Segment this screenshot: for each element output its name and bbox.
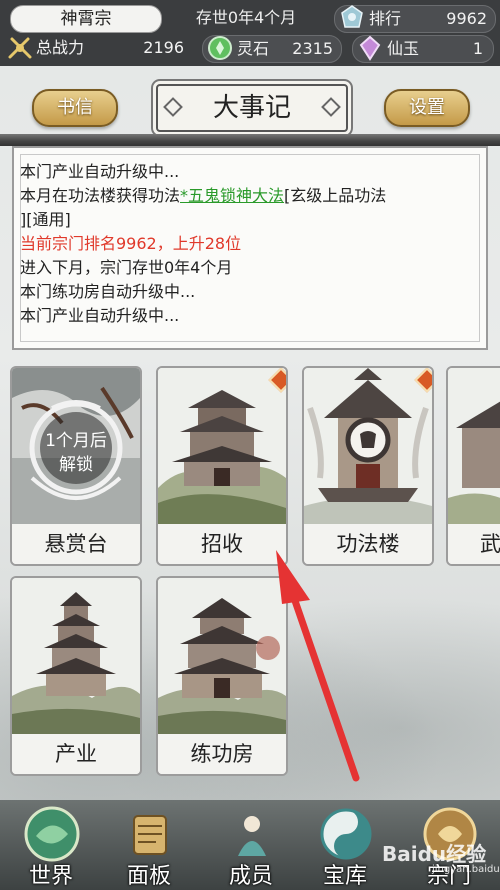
log-line: 本门产业自动升级中... [20,162,180,181]
scroll-icon [133,815,167,855]
building-label: 产业 [12,734,140,774]
power-value: 2196 [143,38,184,57]
building-label: 悬赏台 [12,524,140,564]
scroll-rod [0,134,500,146]
log-line: 本月在功法楼获得功法*五鬼锁神大法[玄级上品功法 [20,186,387,205]
spirit-stone-display[interactable]: 灵石 2315 [202,35,342,63]
rank-value: 9962 [446,9,487,28]
building-card-martial[interactable]: 武 [446,366,500,566]
nav-label: 成员 [228,864,273,889]
watermark: Baidu经验 jingyan.baidu.com [372,836,500,886]
sect-name[interactable]: 神霄宗 [10,5,162,33]
building-label: 功法楼 [304,524,432,564]
event-log-text: 本门产业自动升级中... 本月在功法楼获得功法*五鬼锁神大法[玄级上品功法 ][… [20,160,470,328]
training-room-image [158,578,286,736]
nav-label: 世界 [28,864,73,889]
immortal-jade-value: 1 [472,39,483,58]
disciple-icon [238,816,266,856]
nav-members[interactable]: 成员 [206,804,296,889]
building-card-skills[interactable]: 功法楼 [302,366,434,566]
building-label: 招收 [158,524,286,564]
log-line: 进入下月，宗门存世0年4个月 [20,258,233,277]
lock-text-1: 1个月后 [45,431,107,451]
watermark-url: jingyan.baidu.com [432,864,500,875]
power-label: 总战力 [36,38,85,57]
page-title: 大事记 [156,84,348,132]
building-card-recruit[interactable]: 招收 [156,366,288,566]
recruit-hall-image [158,368,286,526]
rank-label: 排行 [369,9,402,28]
building-card-training[interactable]: 练功房 [156,576,288,776]
building-label: 武 [448,524,500,564]
lock-text-2: 解锁 [59,455,93,475]
rank-display[interactable]: 排行 9962 [334,5,496,33]
watermark-brand: Baidu经验 [382,842,487,866]
nav-world[interactable]: 世界 [6,804,96,889]
industry-tower-image [12,578,140,736]
immortal-jade-label: 仙玉 [387,39,420,58]
building-card-bounty[interactable]: 1个月后 解锁 悬赏台 [10,366,142,566]
log-line-rank: 当前宗门排名9962，上升28位 [20,234,242,253]
log-line: ][通用] [20,210,71,229]
letters-button[interactable]: 书信 [32,89,118,127]
building-card-industry[interactable]: 产业 [10,576,142,776]
world-icon [24,806,80,862]
skill-pavilion-image [304,368,432,526]
settings-button[interactable]: 设置 [384,89,470,127]
martial-hall-image [448,368,500,526]
crossed-swords-icon [8,37,32,59]
skill-link[interactable]: *五鬼锁神大法 [180,186,284,205]
nav-panel[interactable]: 面板 [104,804,194,889]
taiji-icon [320,808,372,860]
total-power: 总战力 2196 [4,35,194,61]
log-line: 本门产业自动升级中... [20,306,180,325]
rank-icon [341,5,363,28]
immortal-jade-display[interactable]: 仙玉 1 [352,35,494,63]
immortal-jade-icon [359,35,381,61]
spirit-stone-value: 2315 [292,39,333,58]
building-label: 练功房 [158,734,286,774]
sect-age: 存世0年4个月 [195,8,297,27]
log-line: 本门练功房自动升级中... [20,282,196,301]
spirit-stone-icon [208,36,232,60]
bounty-hall-image: 1个月后 解锁 [12,368,140,526]
nav-label: 面板 [126,864,171,889]
spirit-stone-label: 灵石 [237,39,270,58]
